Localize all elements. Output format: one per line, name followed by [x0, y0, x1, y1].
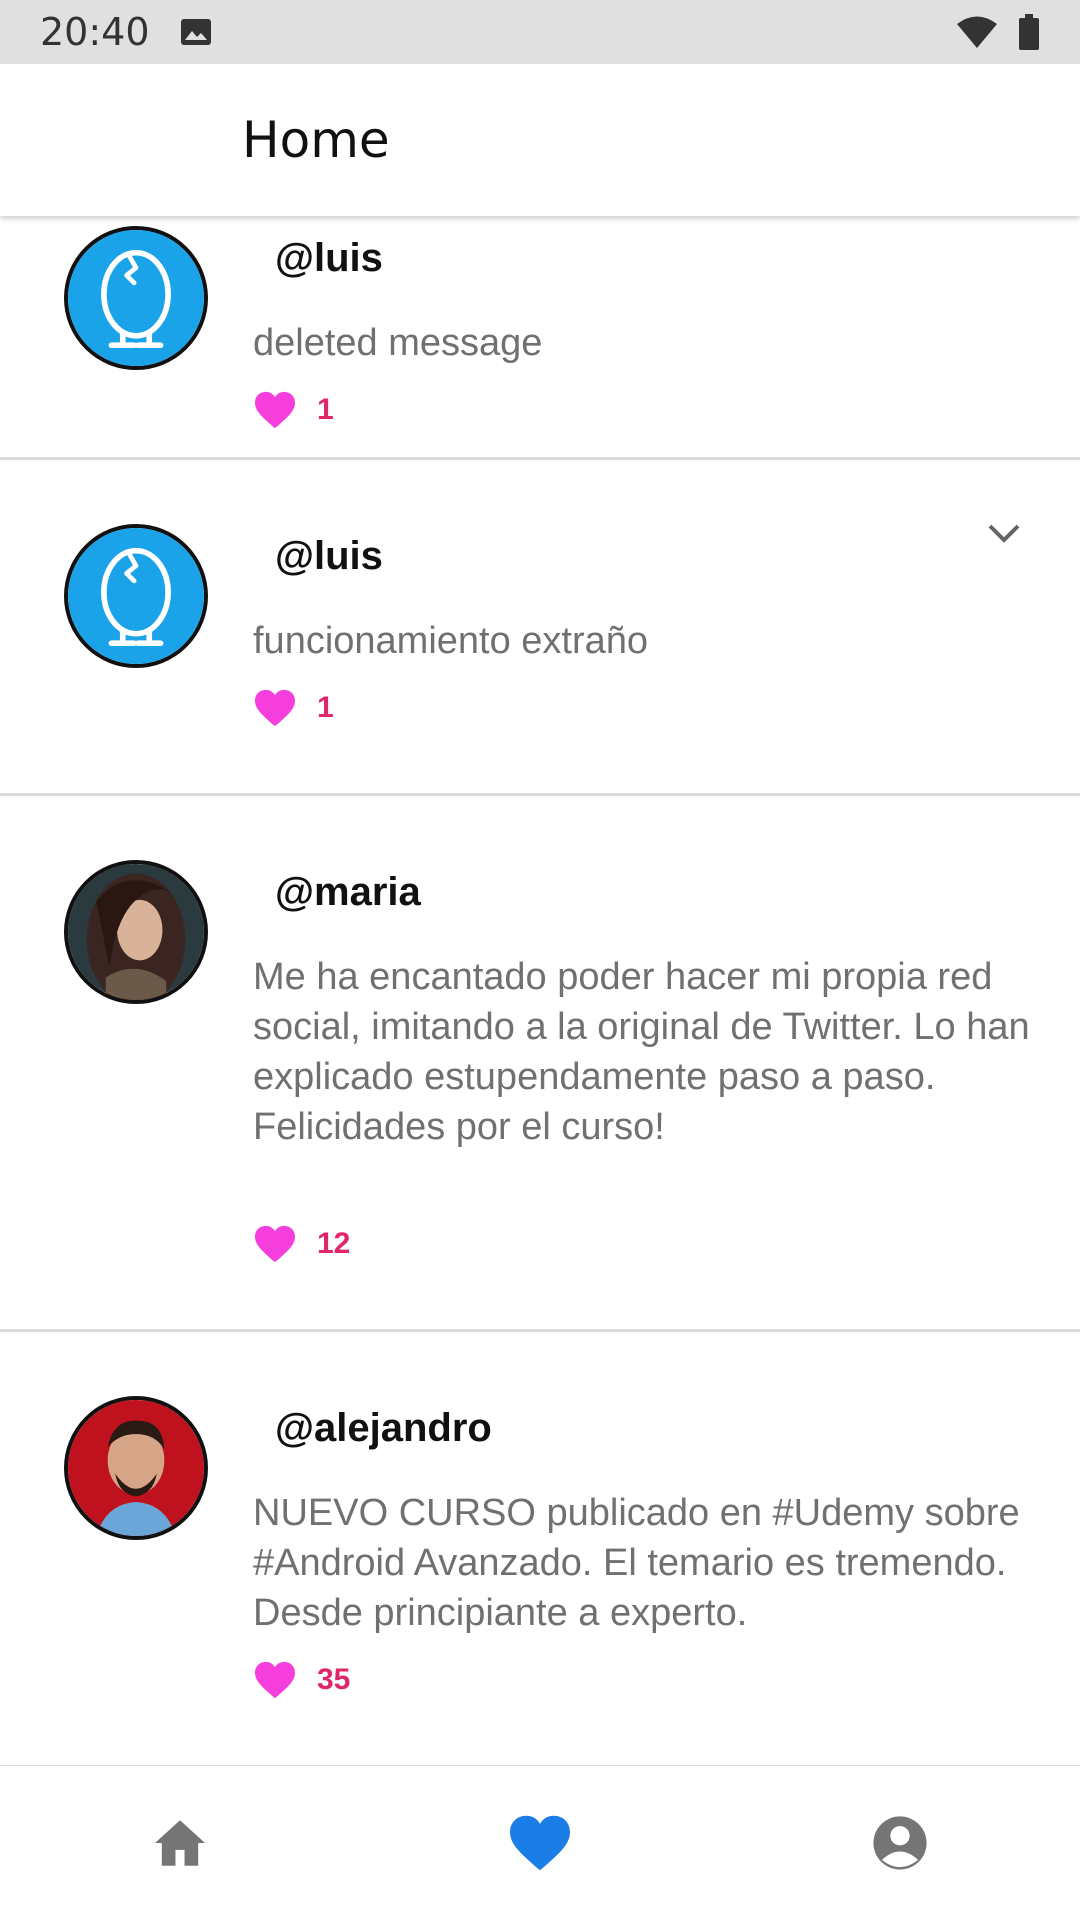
- heart-icon[interactable]: [253, 688, 297, 728]
- like-count: 35: [317, 1663, 351, 1696]
- home-icon: [155, 1820, 205, 1866]
- like-count: 12: [317, 1227, 351, 1260]
- bottom-navigation: [0, 1766, 1080, 1920]
- tweet-item[interactable]: @luis funcionamiento extraño 1: [0, 460, 1080, 796]
- egg-avatar-icon: [68, 230, 204, 366]
- like-count: 1: [317, 691, 334, 724]
- likes-row: 12: [253, 1222, 350, 1266]
- heart-icon[interactable]: [253, 390, 297, 430]
- tweet-message: Me ha encantado poder hacer mi propia re…: [253, 956, 1030, 1148]
- heart-icon[interactable]: [253, 1224, 297, 1264]
- nav-home[interactable]: [120, 1793, 240, 1893]
- photo-avatar-man: [68, 1400, 204, 1536]
- photo-avatar-woman: [68, 864, 204, 1000]
- heart-icon[interactable]: [253, 1660, 297, 1700]
- tweet-username[interactable]: @alejandro: [275, 1406, 492, 1451]
- tweet-username[interactable]: @luis: [275, 534, 383, 579]
- tweet-feed[interactable]: @luis deleted message 1 @luis funcionami…: [0, 216, 1080, 1766]
- tweet-message: NUEVO CURSO publicado en #Udemy sobre #A…: [253, 1492, 1020, 1634]
- chevron-down-icon[interactable]: [984, 520, 1024, 548]
- status-time: 20:40: [40, 10, 150, 54]
- like-count: 1: [317, 393, 334, 426]
- tweet-username[interactable]: @luis: [275, 236, 383, 281]
- tweet-item[interactable]: @luis deleted message 1: [0, 216, 1080, 460]
- image-icon: [180, 19, 211, 45]
- tweet-message: funcionamiento extraño: [253, 620, 649, 662]
- tweet-item[interactable]: @alejandro NUEVO CURSO publicado en #Ude…: [0, 1332, 1080, 1766]
- nav-profile[interactable]: [840, 1793, 960, 1893]
- likes-row: 1: [253, 388, 334, 432]
- page-title: Home: [242, 111, 390, 169]
- tweet-username[interactable]: @maria: [275, 870, 421, 915]
- egg-avatar-icon: [68, 528, 204, 664]
- status-right: [956, 14, 1040, 50]
- likes-row: 1: [253, 686, 334, 730]
- avatar[interactable]: [64, 1396, 208, 1540]
- avatar[interactable]: [64, 524, 208, 668]
- account-icon: [873, 1816, 927, 1870]
- avatar[interactable]: [64, 226, 208, 370]
- avatar[interactable]: [64, 860, 208, 1004]
- nav-favorites[interactable]: [480, 1793, 600, 1893]
- wifi-icon: [957, 16, 997, 48]
- status-bar: 20:40: [0, 0, 1080, 64]
- tweet-message: deleted message: [253, 322, 543, 364]
- tweet-item[interactable]: @maria Me ha encantado poder hacer mi pr…: [0, 796, 1080, 1332]
- likes-row: 35: [253, 1658, 350, 1702]
- battery-icon: [1019, 14, 1039, 50]
- screen: 20:40 Home @luis deleted message 1 @luis…: [0, 0, 1080, 1920]
- heart-icon: [510, 1815, 570, 1871]
- app-toolbar: Home: [0, 64, 1080, 216]
